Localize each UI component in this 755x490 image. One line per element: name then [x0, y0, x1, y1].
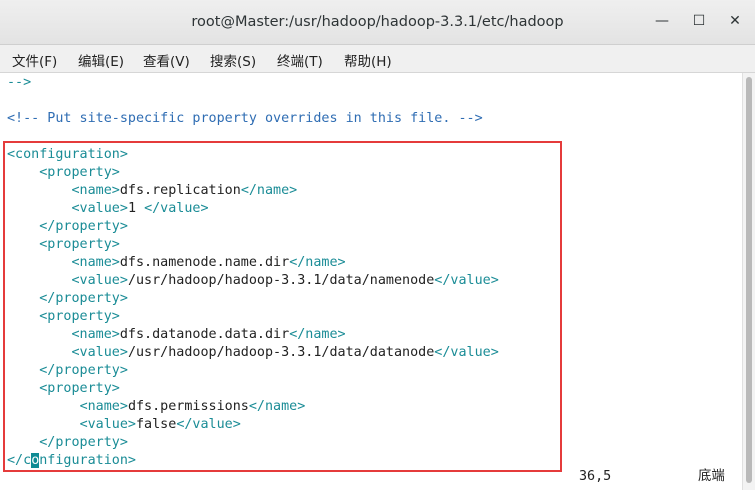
editor-line-10: <property>: [7, 236, 120, 254]
xml-comment: <!-- Put site-specific property override…: [7, 111, 483, 126]
configuration-open-tag: <configuration>: [7, 147, 128, 162]
editor-line-21: </property>: [7, 434, 128, 452]
window-title: root@Master:/usr/hadoop/hadoop-3.3.1/etc…: [191, 14, 564, 30]
editor-line-16: <value>/usr/hadoop/hadoop-3.3.1/data/dat…: [7, 344, 499, 362]
property-open-tag: <property>: [39, 237, 120, 252]
property-open-tag: <property>: [39, 165, 120, 180]
property-name: dfs.replication: [119, 183, 241, 198]
menu-search[interactable]: 搜索(S): [210, 50, 256, 70]
property-name: dfs.datanode.data.dir: [119, 327, 290, 342]
value-open-tag: <value>: [71, 273, 128, 288]
name-close-tag: </name>: [289, 255, 346, 270]
name-open-tag: <name>: [71, 255, 120, 270]
name-close-tag: </name>: [248, 399, 306, 414]
editor-line-7: <name>dfs.replication</name>: [7, 182, 298, 200]
property-value: false: [136, 417, 177, 432]
name-open-tag: <name>: [79, 399, 128, 414]
value-open-tag: <value>: [71, 201, 128, 216]
value-close-tag: </value>: [434, 345, 499, 360]
property-open-tag: <property>: [39, 381, 120, 396]
menu-help[interactable]: 帮助(H): [344, 50, 392, 70]
property-close-tag: </property>: [39, 435, 128, 450]
property-value: 1: [127, 201, 136, 216]
property-close-tag: </property>: [39, 363, 128, 378]
terminal-view[interactable]: --> <!-- Put site-specific property over…: [0, 73, 742, 490]
editor-line-20: <value>false</value>: [7, 416, 241, 434]
menu-file[interactable]: 文件(F): [12, 50, 57, 70]
close-button[interactable]: ✕: [726, 12, 744, 30]
value-open-tag: <value>: [79, 417, 136, 432]
editor-line-12: <value>/usr/hadoop/hadoop-3.3.1/data/nam…: [7, 272, 499, 290]
editor-line-5: <configuration>: [7, 146, 128, 164]
editor-line-22: </configuration>: [7, 452, 136, 470]
editor-line-8: <value>1 </value>: [7, 200, 209, 218]
window-titlebar[interactable]: root@Master:/usr/hadoop/hadoop-3.3.1/etc…: [0, 0, 755, 45]
property-value: /usr/hadoop/hadoop-3.3.1/data/datanode: [127, 345, 435, 360]
property-open-tag: <property>: [39, 309, 120, 324]
name-close-tag: </name>: [240, 183, 298, 198]
name-close-tag: </name>: [289, 327, 346, 342]
editor-line-3: <!-- Put site-specific property override…: [7, 110, 483, 128]
name-open-tag: <name>: [71, 327, 120, 342]
property-name: dfs.permissions: [127, 399, 249, 414]
editor-line-9: </property>: [7, 218, 128, 236]
property-close-tag: </property>: [39, 291, 128, 306]
editor-line-13: </property>: [7, 290, 128, 308]
scroll-position-status: 底端: [698, 469, 725, 484]
editor-line-14: <property>: [7, 308, 120, 326]
value-close-tag: </value>: [144, 201, 209, 216]
value-close-tag: </value>: [434, 273, 499, 288]
cursor-position-status: 36,5: [579, 469, 612, 484]
configuration-close-tag-start: </c: [7, 453, 32, 468]
property-name: dfs.namenode.name.dir: [119, 255, 290, 270]
property-value: /usr/hadoop/hadoop-3.3.1/data/namenode: [127, 273, 435, 288]
comment-end: -->: [7, 75, 32, 90]
editor-line-11: <name>dfs.namenode.name.dir</name>: [7, 254, 346, 272]
maximize-button[interactable]: ☐: [690, 12, 708, 30]
menu-view[interactable]: 查看(V): [143, 50, 190, 70]
name-open-tag: <name>: [71, 183, 120, 198]
vertical-scrollbar[interactable]: [742, 73, 755, 490]
editor-line-19: <name>dfs.permissions</name>: [7, 398, 306, 416]
editor-line-15: <name>dfs.datanode.data.dir</name>: [7, 326, 346, 344]
menu-terminal[interactable]: 终端(T): [277, 50, 323, 70]
editor-line-18: <property>: [7, 380, 120, 398]
minimize-button[interactable]: —: [653, 12, 671, 30]
scrollbar-thumb[interactable]: [746, 77, 752, 483]
value-open-tag: <value>: [71, 345, 128, 360]
editor-line-1: -->: [7, 74, 31, 92]
editor-line-6: <property>: [7, 164, 120, 182]
editor-line-17: </property>: [7, 362, 128, 380]
value-close-tag: </value>: [176, 417, 241, 432]
property-close-tag: </property>: [39, 219, 128, 234]
menu-bar: 文件(F) 编辑(E) 查看(V) 搜索(S) 终端(T) 帮助(H): [0, 45, 755, 73]
menu-edit[interactable]: 编辑(E): [78, 50, 124, 70]
configuration-close-tag-end: nfiguration>: [39, 453, 136, 468]
